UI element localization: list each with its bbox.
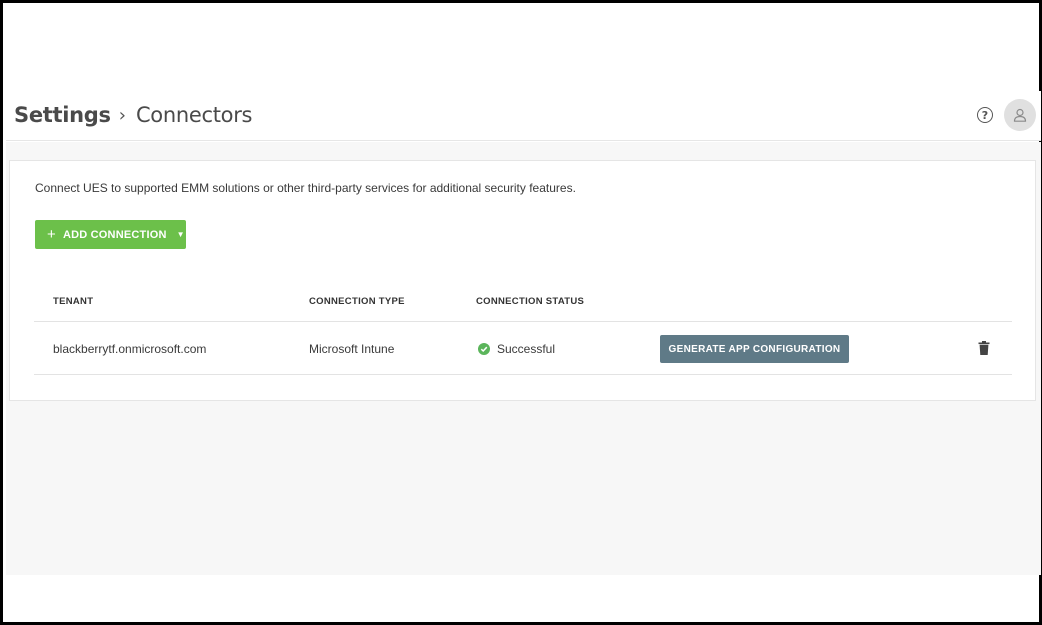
page-header: Settings › Connectors ? xyxy=(6,91,1041,141)
intro-text: Connect UES to supported EMM solutions o… xyxy=(35,181,576,195)
column-header-connection-type[interactable]: CONNECTION TYPE xyxy=(309,296,405,307)
column-header-connection-status[interactable]: CONNECTION STATUS xyxy=(476,296,584,307)
breadcrumb: Settings › Connectors xyxy=(14,103,253,127)
avatar[interactable] xyxy=(1004,99,1036,131)
check-circle-icon xyxy=(478,343,490,355)
plus-icon: + xyxy=(47,226,56,243)
trash-icon[interactable] xyxy=(978,341,990,355)
page-title: Connectors xyxy=(135,103,253,127)
table-divider xyxy=(34,374,1012,375)
connection-status-cell: Successful xyxy=(478,342,555,356)
app-window: Settings › Connectors ? Connect UES to s… xyxy=(0,0,1042,625)
caret-down-icon: ▼ xyxy=(176,230,185,239)
connection-type-cell: Microsoft Intune xyxy=(309,342,395,356)
user-icon xyxy=(1013,108,1027,122)
table-divider xyxy=(34,321,1012,322)
generate-app-configuration-button[interactable]: GENERATE APP CONFIGURATION xyxy=(660,335,849,363)
chevron-right-icon: › xyxy=(118,104,126,126)
status-label: Successful xyxy=(497,342,556,356)
add-connection-label: ADD CONNECTION xyxy=(62,228,167,241)
column-header-tenant[interactable]: TENANT xyxy=(53,296,93,307)
help-icon[interactable]: ? xyxy=(977,107,993,123)
add-connection-button[interactable]: + ADD CONNECTION ▼ xyxy=(35,220,186,249)
connectors-panel: Connect UES to supported EMM solutions o… xyxy=(9,160,1036,401)
breadcrumb-settings[interactable]: Settings xyxy=(14,103,111,127)
help-glyph: ? xyxy=(981,108,989,122)
tenant-cell: blackberrytf.onmicrosoft.com xyxy=(53,342,207,356)
